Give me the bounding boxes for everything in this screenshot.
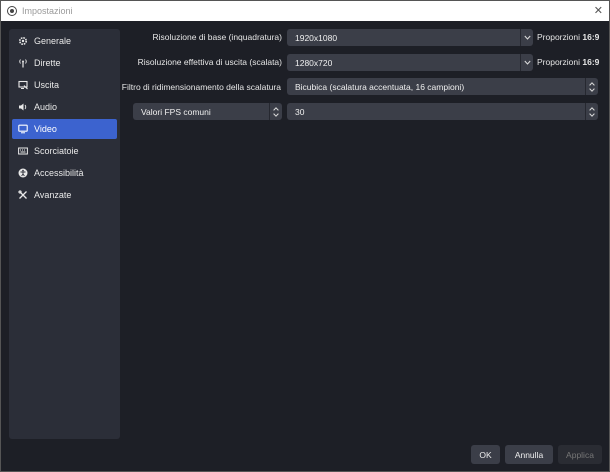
- sidebar-item-avanzate[interactable]: Avanzate: [12, 185, 117, 205]
- close-icon[interactable]: ✕: [594, 4, 603, 17]
- chevron-down-icon[interactable]: [520, 54, 533, 71]
- output-resolution-value: 1280x720: [295, 57, 333, 68]
- output-resolution-label: Risoluzione effettiva di uscita (scalata…: [137, 57, 282, 67]
- fps-value-combo[interactable]: 30: [287, 103, 598, 120]
- broadcast-icon: [17, 57, 29, 69]
- base-resolution-label: Risoluzione di base (inquadratura): [152, 32, 282, 42]
- accessibility-icon: [17, 167, 29, 179]
- base-resolution-value: 1920x1080: [295, 32, 338, 43]
- downscale-filter-value: Bicubica (scalatura accentuata, 16 campi…: [295, 81, 465, 92]
- settings-window: Impostazioni ✕ Generale Dirette Uscita A…: [0, 0, 610, 472]
- downscale-filter-label: Filtro di ridimensionamento della scalat…: [121, 82, 281, 92]
- sidebar-item-label: Dirette: [34, 58, 61, 68]
- obs-logo-icon: [7, 6, 17, 16]
- ok-button[interactable]: OK: [471, 445, 500, 464]
- apply-button[interactable]: Applica: [558, 445, 602, 464]
- speaker-icon: [17, 101, 29, 113]
- title-bar: Impostazioni ✕: [1, 1, 609, 21]
- sidebar-item-label: Audio: [34, 102, 58, 112]
- sidebar-item-label: Video: [34, 124, 57, 134]
- downscale-filter-combo[interactable]: Bicubica (scalatura accentuata, 16 campi…: [287, 78, 598, 95]
- updown-icon[interactable]: [269, 103, 282, 120]
- output-icon: [17, 79, 29, 91]
- updown-icon[interactable]: [585, 78, 598, 95]
- chevron-down-icon[interactable]: [520, 29, 533, 46]
- fps-type-value: Valori FPS comuni: [141, 106, 211, 117]
- gear-icon: [17, 35, 29, 47]
- base-resolution-combo[interactable]: 1920x1080: [287, 29, 533, 46]
- sidebar-item-label: Generale: [34, 36, 72, 46]
- sidebar-item-dirette[interactable]: Dirette: [12, 53, 117, 73]
- sidebar-item-uscita[interactable]: Uscita: [12, 75, 117, 95]
- tools-icon: [17, 189, 29, 201]
- sidebar-item-generale[interactable]: Generale: [12, 31, 117, 51]
- sidebar-item-video[interactable]: Video: [12, 119, 117, 139]
- sidebar-item-scorciatoie[interactable]: Scorciatoie: [12, 141, 117, 161]
- sidebar-item-label: Avanzate: [34, 190, 72, 200]
- updown-icon[interactable]: [585, 103, 598, 120]
- output-resolution-combo[interactable]: 1280x720: [287, 54, 533, 71]
- sidebar-item-accessibilita[interactable]: Accessibilità: [12, 163, 117, 183]
- cancel-button[interactable]: Annulla: [505, 445, 553, 464]
- fps-type-combo[interactable]: Valori FPS comuni: [133, 103, 282, 120]
- sidebar-item-label: Scorciatoie: [34, 146, 79, 156]
- fps-value: 30: [295, 106, 305, 117]
- output-aspect-ratio: Proporzioni 16:9: [537, 57, 600, 67]
- monitor-icon: [17, 123, 29, 135]
- sidebar-item-audio[interactable]: Audio: [12, 97, 117, 117]
- settings-sidebar: Generale Dirette Uscita Audio Video Scor…: [9, 29, 120, 439]
- sidebar-item-label: Uscita: [34, 80, 60, 90]
- base-aspect-ratio: Proporzioni 16:9: [537, 32, 600, 42]
- window-title: Impostazioni: [22, 6, 73, 16]
- keyboard-icon: [17, 145, 29, 157]
- sidebar-item-label: Accessibilità: [34, 168, 84, 178]
